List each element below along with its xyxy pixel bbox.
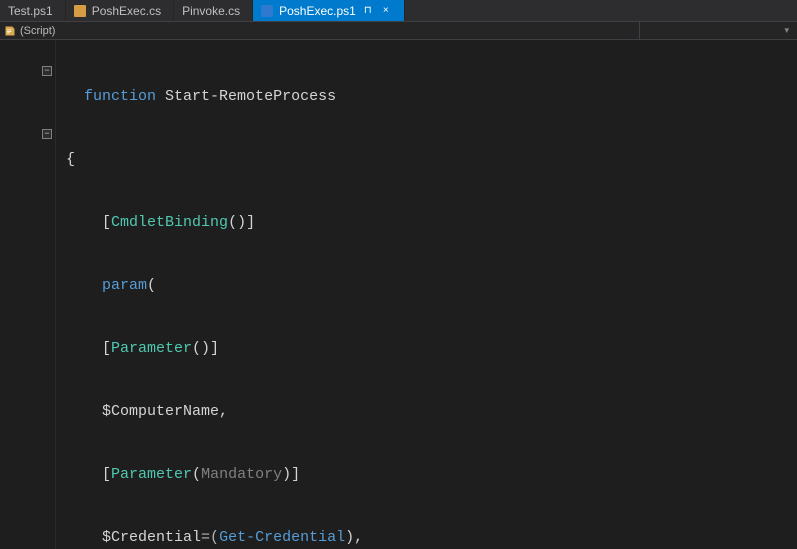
tab-bar: Test.ps1 PoshExec.cs Pinvoke.cs PoshExec… — [0, 0, 797, 22]
fold-toggle[interactable]: − — [42, 66, 52, 76]
code-line: { — [56, 149, 797, 170]
code-area[interactable]: function Start-RemoteProcess { [CmdletBi… — [56, 40, 797, 549]
tab-label: Pinvoke.cs — [182, 4, 240, 18]
code-line: $Credential=(Get-Credential), — [56, 527, 797, 548]
tab-test-ps1[interactable]: Test.ps1 — [0, 0, 66, 21]
tab-poshexec-ps1[interactable]: PoshExec.ps1 ⊓ × — [253, 0, 405, 21]
code-editor[interactable]: − − function Start-RemoteProcess { [Cmdl… — [0, 40, 797, 549]
code-line: [Parameter(Mandatory)] — [56, 464, 797, 485]
scope-label: (Script) — [20, 25, 55, 37]
gutter: − − — [0, 40, 56, 549]
chevron-down-icon: ▾ — [784, 25, 789, 36]
tab-poshexec-cs[interactable]: PoshExec.cs — [66, 0, 174, 21]
file-icon — [261, 5, 273, 17]
pin-icon[interactable]: ⊓ — [362, 5, 374, 17]
tab-pinvoke-cs[interactable]: Pinvoke.cs — [174, 0, 253, 21]
script-icon — [4, 25, 16, 37]
tab-label: PoshExec.cs — [92, 4, 161, 18]
code-line: [CmdletBinding()] — [56, 212, 797, 233]
tab-label: PoshExec.ps1 — [279, 4, 356, 18]
code-line: [Parameter()] — [56, 338, 797, 359]
code-line: param( — [56, 275, 797, 296]
fold-toggle[interactable]: − — [42, 129, 52, 139]
nav-bar: (Script) ▾ — [0, 22, 797, 40]
close-icon[interactable]: × — [380, 5, 392, 17]
file-icon — [74, 5, 86, 17]
member-dropdown[interactable]: ▾ — [640, 22, 797, 39]
scope-dropdown[interactable]: (Script) — [0, 22, 640, 39]
tab-label: Test.ps1 — [8, 4, 53, 18]
code-line: $ComputerName, — [56, 401, 797, 422]
code-line: function Start-RemoteProcess — [56, 86, 797, 107]
